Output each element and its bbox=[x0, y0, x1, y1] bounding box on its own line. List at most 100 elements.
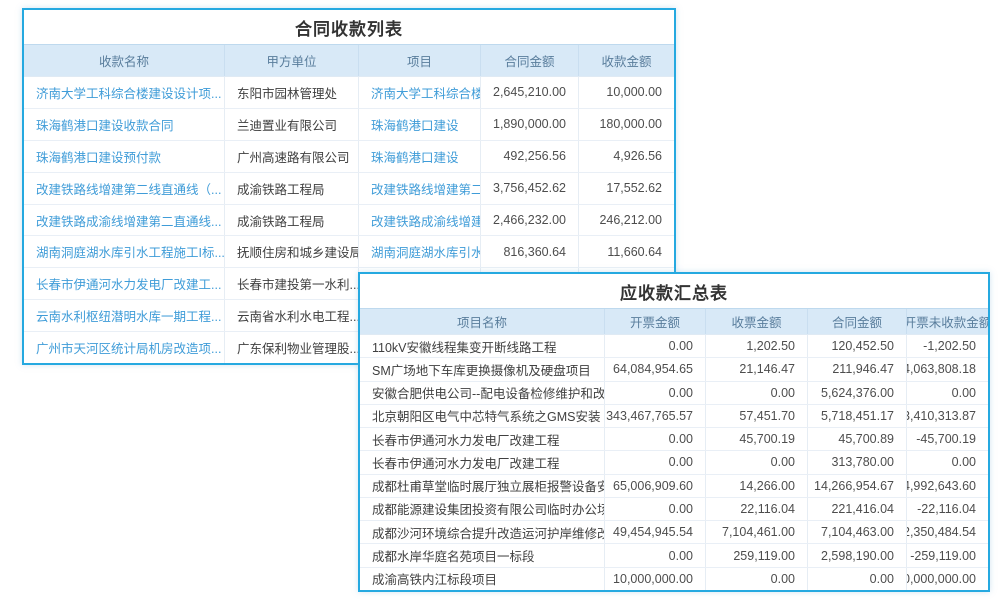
project-link[interactable]: 济南大学工科综合楼... bbox=[359, 77, 481, 108]
contract-amount-cell: 14,266,954.67 bbox=[808, 475, 907, 497]
table-row: 珠海鹤港口建设预付款广州高速路有限公司珠海鹤港口建设492,256.564,92… bbox=[24, 141, 674, 173]
project-name-cell: 110kV安徽线程集变开断线路工程 bbox=[360, 335, 605, 357]
project-link[interactable]: 珠海鹤港口建设 bbox=[359, 141, 481, 172]
received-invoice-amount-cell: 14,266.00 bbox=[706, 475, 808, 497]
invoiced-unpaid-amount-cell: 0.00 bbox=[907, 382, 988, 404]
invoiced-unpaid-amount-cell: 0.00 bbox=[907, 451, 988, 473]
received-invoice-amount-cell: 21,146.47 bbox=[706, 358, 808, 380]
contract-amount-cell: 313,780.00 bbox=[808, 451, 907, 473]
table-row: 长春市伊通河水力发电厂改建工程0.000.00313,780.000.00 bbox=[360, 451, 988, 474]
receipt-amount-cell: 11,660.64 bbox=[579, 236, 674, 267]
receipt-name-link[interactable]: 长春市伊通河水力发电厂改建工... bbox=[24, 268, 225, 299]
table-row: 安徽合肥供电公司--配电设备检修维护和改造0.000.005,624,376.0… bbox=[360, 382, 988, 405]
received-invoice-amount-cell: 0.00 bbox=[706, 568, 808, 590]
contract-amount-cell: 2,645,210.00 bbox=[481, 77, 579, 108]
table-row: 成都能源建设集团投资有限公司临时办公场所...0.0022,116.04221,… bbox=[360, 498, 988, 521]
column-header: 项目名称 bbox=[360, 309, 605, 334]
receipt-name-link[interactable]: 改建铁路线增建第二线直通线（... bbox=[24, 173, 225, 204]
contract-receipt-table-title: 合同收款列表 bbox=[24, 10, 674, 44]
contract-amount-cell: 2,598,190.00 bbox=[808, 544, 907, 566]
contract-amount-cell: 221,416.04 bbox=[808, 498, 907, 520]
contract-receipt-table-header-row: 收款名称甲方单位项目合同金额收款金额 bbox=[24, 44, 674, 77]
party-a-cell: 成渝铁路工程局 bbox=[225, 205, 359, 236]
received-invoice-amount-cell: 22,116.04 bbox=[706, 498, 808, 520]
contract-amount-cell: 5,624,376.00 bbox=[808, 382, 907, 404]
receipt-name-link[interactable]: 云南水利枢纽潜明水库一期工程... bbox=[24, 300, 225, 331]
received-invoice-amount-cell: 45,700.19 bbox=[706, 428, 808, 450]
invoiced-unpaid-amount-cell: -1,202.50 bbox=[907, 335, 988, 357]
invoiced-amount-cell: 0.00 bbox=[605, 451, 706, 473]
project-name-cell: 安徽合肥供电公司--配电设备检修维护和改造 bbox=[360, 382, 605, 404]
table-row: 北京朝阳区电气中芯特气系统之GMS安装343,467,765.5757,451.… bbox=[360, 405, 988, 428]
receivable-summary-table-header-row: 项目名称开票金额收票金额合同金额开票未收款金额 bbox=[360, 308, 988, 335]
contract-amount-cell: 2,466,232.00 bbox=[481, 205, 579, 236]
invoiced-amount-cell: 10,000,000.00 bbox=[605, 568, 706, 590]
column-header: 开票金额 bbox=[605, 309, 706, 334]
invoiced-amount-cell: 343,467,765.57 bbox=[605, 405, 706, 427]
table-row: 成都水岸华庭名苑项目一标段0.00259,119.002,598,190.00-… bbox=[360, 544, 988, 567]
invoiced-unpaid-amount-cell: -45,700.19 bbox=[907, 428, 988, 450]
contract-amount-cell: 120,452.50 bbox=[808, 335, 907, 357]
project-link[interactable]: 改建铁路线增建第二... bbox=[359, 173, 481, 204]
project-name-cell: 北京朝阳区电气中芯特气系统之GMS安装 bbox=[360, 405, 605, 427]
contract-amount-cell: 7,104,463.00 bbox=[808, 521, 907, 543]
receivable-summary-table-title: 应收款汇总表 bbox=[360, 274, 988, 308]
invoiced-amount-cell: 0.00 bbox=[605, 428, 706, 450]
party-a-cell: 广州高速路有限公司 bbox=[225, 141, 359, 172]
contract-amount-cell: 45,700.89 bbox=[808, 428, 907, 450]
table-row: 110kV安徽线程集变开断线路工程0.001,202.50120,452.50-… bbox=[360, 335, 988, 358]
receipt-name-link[interactable]: 珠海鹤港口建设收款合同 bbox=[24, 109, 225, 140]
project-link[interactable]: 改建铁路成渝线增建... bbox=[359, 205, 481, 236]
column-header: 开票未收款金额 bbox=[907, 309, 988, 334]
table-row: 改建铁路线增建第二线直通线（...成渝铁路工程局改建铁路线增建第二...3,75… bbox=[24, 173, 674, 205]
receipt-amount-cell: 17,552.62 bbox=[579, 173, 674, 204]
project-name-cell: 成都杜甫草堂临时展厅独立展柜报警设备安装... bbox=[360, 475, 605, 497]
party-a-cell: 长春市建投第一水利... bbox=[225, 268, 359, 299]
table-row: 改建铁路成渝线增建第二直通线...成渝铁路工程局改建铁路成渝线增建...2,46… bbox=[24, 205, 674, 237]
invoiced-amount-cell: 0.00 bbox=[605, 544, 706, 566]
party-a-cell: 抚顺住房和城乡建设局 bbox=[225, 236, 359, 267]
invoiced-amount-cell: 65,006,909.60 bbox=[605, 475, 706, 497]
column-header: 收款名称 bbox=[24, 45, 225, 76]
receipt-name-link[interactable]: 济南大学工科综合楼建设设计项... bbox=[24, 77, 225, 108]
table-row: 长春市伊通河水力发电厂改建工程0.0045,700.1945,700.89-45… bbox=[360, 428, 988, 451]
contract-amount-cell: 816,360.64 bbox=[481, 236, 579, 267]
project-name-cell: 长春市伊通河水力发电厂改建工程 bbox=[360, 451, 605, 473]
invoiced-unpaid-amount-cell: -22,116.04 bbox=[907, 498, 988, 520]
project-link[interactable]: 湖南洞庭湖水库引水... bbox=[359, 236, 481, 267]
table-row: SM广场地下车库更换摄像机及硬盘项目64,084,954.6521,146.47… bbox=[360, 358, 988, 381]
table-row: 成渝高铁内江标段项目10,000,000.000.000.0010,000,00… bbox=[360, 568, 988, 590]
party-a-cell: 广东保利物业管理股... bbox=[225, 332, 359, 363]
table-row: 成都杜甫草堂临时展厅独立展柜报警设备安装...65,006,909.6014,2… bbox=[360, 475, 988, 498]
received-invoice-amount-cell: 57,451.70 bbox=[706, 405, 808, 427]
invoiced-unpaid-amount-cell: 42,350,484.54 bbox=[907, 521, 988, 543]
receipt-name-link[interactable]: 广州市天河区统计局机房改造项... bbox=[24, 332, 225, 363]
receipt-name-link[interactable]: 湖南洞庭湖水库引水工程施工I标... bbox=[24, 236, 225, 267]
column-header: 收款金额 bbox=[579, 45, 674, 76]
contract-amount-cell: 492,256.56 bbox=[481, 141, 579, 172]
column-header: 收票金额 bbox=[706, 309, 808, 334]
project-name-cell: SM广场地下车库更换摄像机及硬盘项目 bbox=[360, 358, 605, 380]
receipt-amount-cell: 4,926.56 bbox=[579, 141, 674, 172]
received-invoice-amount-cell: 259,119.00 bbox=[706, 544, 808, 566]
project-name-cell: 成渝高铁内江标段项目 bbox=[360, 568, 605, 590]
project-link[interactable]: 珠海鹤港口建设 bbox=[359, 109, 481, 140]
invoiced-amount-cell: 49,454,945.54 bbox=[605, 521, 706, 543]
receivable-summary-table-body: 110kV安徽线程集变开断线路工程0.001,202.50120,452.50-… bbox=[360, 335, 988, 590]
receipt-amount-cell: 246,212.00 bbox=[579, 205, 674, 236]
contract-amount-cell: 3,756,452.62 bbox=[481, 173, 579, 204]
invoiced-amount-cell: 0.00 bbox=[605, 382, 706, 404]
received-invoice-amount-cell: 1,202.50 bbox=[706, 335, 808, 357]
received-invoice-amount-cell: 7,104,461.00 bbox=[706, 521, 808, 543]
invoiced-unpaid-amount-cell: 343,410,313.87 bbox=[907, 405, 988, 427]
contract-amount-cell: 211,946.47 bbox=[808, 358, 907, 380]
column-header: 合同金额 bbox=[481, 45, 579, 76]
invoiced-amount-cell: 64,084,954.65 bbox=[605, 358, 706, 380]
invoiced-unpaid-amount-cell: -259,119.00 bbox=[907, 544, 988, 566]
receipt-name-link[interactable]: 改建铁路成渝线增建第二直通线... bbox=[24, 205, 225, 236]
receipt-amount-cell: 10,000.00 bbox=[579, 77, 674, 108]
receipt-name-link[interactable]: 珠海鹤港口建设预付款 bbox=[24, 141, 225, 172]
column-header: 合同金额 bbox=[808, 309, 907, 334]
party-a-cell: 东阳市园林管理处 bbox=[225, 77, 359, 108]
invoiced-amount-cell: 0.00 bbox=[605, 498, 706, 520]
